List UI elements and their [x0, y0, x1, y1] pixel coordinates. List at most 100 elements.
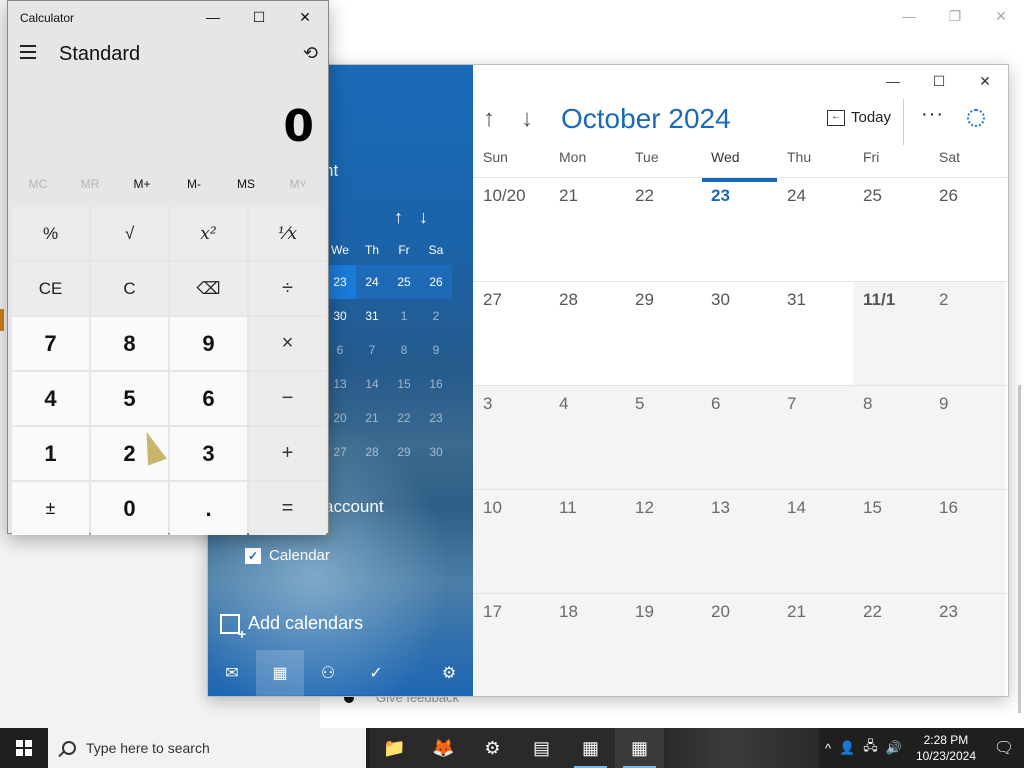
history-icon[interactable]: ⟲: [303, 43, 318, 64]
mini-day[interactable]: 25: [388, 275, 420, 289]
day-cell-next-month[interactable]: 8: [853, 386, 929, 489]
more-options-button[interactable]: ···: [921, 103, 944, 126]
calculator-minimize-button[interactable]: —: [190, 1, 236, 33]
calendar-maximize-button[interactable]: ☐: [916, 65, 962, 97]
digit-1-button[interactable]: 1: [12, 427, 89, 480]
day-cell-next-month[interactable]: 6: [701, 386, 777, 489]
clear-entry-button[interactable]: CE: [12, 262, 89, 315]
day-cell[interactable]: 21: [549, 178, 625, 281]
divide-button[interactable]: ÷: [249, 262, 326, 315]
mini-day[interactable]: 14: [356, 377, 388, 391]
negate-button[interactable]: ±: [12, 482, 89, 535]
mini-day[interactable]: 24: [356, 275, 388, 289]
day-cell-today[interactable]: 23: [701, 178, 777, 281]
day-cell-next-month[interactable]: 4: [549, 386, 625, 489]
calendar-icon[interactable]: ▦: [256, 650, 304, 696]
add-button[interactable]: +: [249, 427, 326, 480]
day-cell[interactable]: 25: [853, 178, 929, 281]
month-title[interactable]: October 2024: [561, 103, 731, 135]
memory-add-button[interactable]: M+: [116, 177, 168, 201]
previous-month-button[interactable]: ↑: [483, 105, 495, 133]
mini-day[interactable]: 16: [420, 377, 452, 391]
day-cell-next-month[interactable]: 7: [777, 386, 853, 489]
calculator-maximize-button[interactable]: ☐: [236, 1, 282, 33]
memory-clear-button[interactable]: MC: [12, 177, 64, 201]
background-close-button[interactable]: ✕: [978, 0, 1024, 32]
day-cell-next-month[interactable]: 20: [701, 594, 777, 696]
taskbar-clock[interactable]: 2:28 PM 10/23/2024: [908, 732, 984, 764]
sidebar-account-header[interactable]: account: [324, 497, 384, 517]
calculator-close-button[interactable]: ✕: [282, 1, 328, 33]
mini-day[interactable]: 31: [356, 309, 388, 323]
background-scrollbar[interactable]: [1018, 385, 1021, 713]
mini-day[interactable]: 23: [420, 411, 452, 425]
network-icon[interactable]: 🖧: [863, 737, 878, 759]
settings-icon[interactable]: ⚙: [425, 650, 473, 696]
square-button[interactable]: x²: [170, 207, 247, 260]
day-cell-next-month[interactable]: 23: [929, 594, 1005, 696]
mini-day[interactable]: 8: [388, 343, 420, 357]
day-cell-next-month[interactable]: 14: [777, 490, 853, 593]
firefox-icon[interactable]: 🦊: [419, 728, 468, 768]
digit-7-button[interactable]: 7: [12, 317, 89, 370]
tray-chevron-icon[interactable]: ^: [825, 741, 831, 756]
file-explorer-icon[interactable]: 📁: [370, 728, 419, 768]
digit-4-button[interactable]: 4: [12, 372, 89, 425]
mini-next-month-button[interactable]: ↓: [419, 207, 428, 228]
digit-0-button[interactable]: 0: [91, 482, 168, 535]
memory-list-button[interactable]: M˅: [272, 177, 324, 201]
mini-day[interactable]: 2: [420, 309, 452, 323]
subtract-button[interactable]: −: [249, 372, 326, 425]
checkbox-checked-icon[interactable]: ✓: [245, 547, 261, 564]
day-cell-next-month[interactable]: 13: [701, 490, 777, 593]
mini-day[interactable]: 9: [420, 343, 452, 357]
background-restore-button[interactable]: ❐: [932, 0, 978, 32]
todo-icon[interactable]: ✓: [352, 650, 400, 696]
calculator-titlebar[interactable]: Calculator — ☐ ✕: [8, 1, 328, 33]
background-minimize-button[interactable]: —: [886, 0, 932, 32]
add-calendars-button[interactable]: Add calendars: [220, 613, 363, 642]
day-cell-next-month[interactable]: 2: [929, 282, 1005, 385]
notification-center-icon[interactable]: 🗨: [984, 728, 1024, 768]
day-cell[interactable]: 24: [777, 178, 853, 281]
day-cell[interactable]: 29: [625, 282, 701, 385]
day-cell[interactable]: 27: [473, 282, 549, 385]
next-month-button[interactable]: ↓: [521, 105, 533, 133]
day-cell[interactable]: 10/20: [473, 178, 549, 281]
mini-prev-month-button[interactable]: ↑: [394, 207, 403, 228]
day-cell-next-month[interactable]: 21: [777, 594, 853, 696]
calendar-visibility-toggle[interactable]: ✓ Calendar: [245, 547, 330, 564]
calculator-app-icon[interactable]: ▦: [615, 728, 664, 768]
square-root-button[interactable]: √: [91, 207, 168, 260]
day-cell-next-month[interactable]: 3: [473, 386, 549, 489]
mini-day[interactable]: 30: [420, 445, 452, 459]
decimal-button[interactable]: .: [170, 482, 247, 535]
people-tray-icon[interactable]: 👤: [839, 740, 855, 756]
day-cell[interactable]: 26: [929, 178, 1005, 281]
digit-3-button[interactable]: 3: [170, 427, 247, 480]
day-cell-next-month[interactable]: 9: [929, 386, 1005, 489]
day-cell[interactable]: 30: [701, 282, 777, 385]
day-cell-next-month[interactable]: 22: [853, 594, 929, 696]
day-cell-next-month[interactable]: 12: [625, 490, 701, 593]
day-cell-next-month[interactable]: 15: [853, 490, 929, 593]
digit-5-button[interactable]: 5: [91, 372, 168, 425]
volume-icon[interactable]: 🔊: [886, 740, 902, 756]
digit-9-button[interactable]: 9: [170, 317, 247, 370]
mini-day[interactable]: 1: [388, 309, 420, 323]
calendar-close-button[interactable]: ✕: [962, 65, 1008, 97]
equals-button[interactable]: =: [249, 482, 326, 535]
day-cell-next-month[interactable]: 17: [473, 594, 549, 696]
day-cell-next-month[interactable]: 11: [549, 490, 625, 593]
reciprocal-button[interactable]: ⅟x: [249, 207, 326, 260]
day-cell[interactable]: 22: [625, 178, 701, 281]
memory-subtract-button[interactable]: M-: [168, 177, 220, 201]
memory-store-button[interactable]: MS: [220, 177, 272, 201]
day-cell[interactable]: 31: [777, 282, 853, 385]
mini-day[interactable]: 29: [388, 445, 420, 459]
digit-6-button[interactable]: 6: [170, 372, 247, 425]
day-cell-next-month[interactable]: 5: [625, 386, 701, 489]
mini-day[interactable]: 7: [356, 343, 388, 357]
multiply-button[interactable]: ×: [249, 317, 326, 370]
mini-day[interactable]: 15: [388, 377, 420, 391]
